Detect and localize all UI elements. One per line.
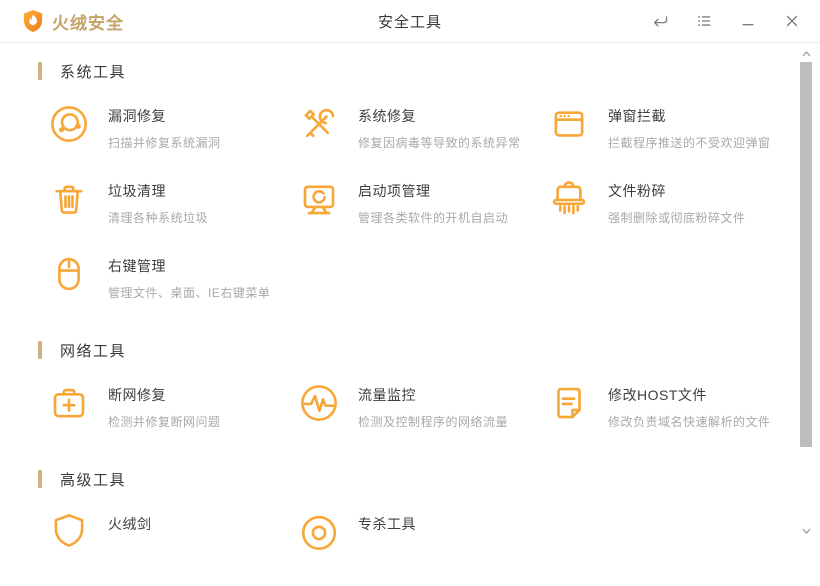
section-title: 系统工具 <box>60 63 127 81</box>
tool-item[interactable]: 漏洞修复扫描并修复系统漏洞 <box>48 103 298 178</box>
section: 高级工具火绒剑 专杀工具 <box>38 469 790 586</box>
tool-name: 垃圾清理 <box>108 183 166 199</box>
tool-name: 系统修复 <box>358 108 416 124</box>
window-controls <box>650 11 802 31</box>
tool-item[interactable]: 系统修复修复因病毒等导致的系统异常 <box>298 103 548 178</box>
list-menu-icon[interactable] <box>694 11 714 31</box>
tool-name: 流量监控 <box>358 387 416 403</box>
file-shredder-icon <box>548 178 590 220</box>
tool-item[interactable]: 文件粉碎强制删除或彻底粉碎文件 <box>548 178 798 253</box>
section-title: 高级工具 <box>60 471 127 489</box>
tool-desc: 管理文件、桌面、IE右键菜单 <box>108 286 271 300</box>
tools-page: 系统工具 漏洞修复 扫描并修复系统漏洞 系统修复 修复因病毒等导致的系统异常 弹窗拦截 拦截… <box>0 43 820 586</box>
tool-item[interactable]: 垃圾清理清理各种系统垃圾 <box>48 178 298 253</box>
host-file-icon <box>548 382 590 424</box>
section-accent-bar <box>38 341 42 359</box>
section-header: 高级工具 <box>38 469 790 489</box>
tool-name: 火绒剑 <box>108 516 152 532</box>
scrollbar[interactable] <box>800 44 812 540</box>
tools-grid: 断网修复 检测并修复断网问题 流量监控 检测及控制程序的网络流量 修改HOST文件 修改负… <box>48 382 790 457</box>
traffic-monitor-icon <box>298 382 340 424</box>
tool-desc: 扫描并修复系统漏洞 <box>108 136 221 150</box>
tool-name: 文件粉碎 <box>608 183 666 199</box>
tool-desc: 修复因病毒等导致的系统异常 <box>358 136 521 150</box>
tool-item[interactable]: 启动项管理管理各类软件的开机自启动 <box>298 178 548 253</box>
tool-desc: 清理各种系统垃圾 <box>108 211 209 225</box>
startup-manager-icon <box>298 178 340 220</box>
section: 系统工具 漏洞修复 扫描并修复系统漏洞 系统修复 修复因病毒等导致的系统异常 弹窗拦截 拦截… <box>38 61 790 328</box>
tool-desc: 管理各类软件的开机自启动 <box>358 211 509 225</box>
titlebar: 火绒安全 安全工具 <box>0 0 820 43</box>
huorong-shield-flame-logo-icon <box>22 9 44 33</box>
tool-desc: 强制删除或彻底粉碎文件 <box>608 211 746 225</box>
tool-item[interactable]: 火绒剑 <box>48 511 298 586</box>
section-header: 网络工具 <box>38 340 790 360</box>
section: 网络工具 断网修复 检测并修复断网问题 流量监控 检测及控制程序的网络流量 修改HOST文… <box>38 340 790 457</box>
minimize-icon[interactable] <box>738 11 758 31</box>
popup-blocker-icon <box>548 103 590 145</box>
right-click-manager-icon <box>48 253 90 295</box>
tool-name: 专杀工具 <box>358 516 416 532</box>
tools-grid: 火绒剑 专杀工具 <box>48 511 790 586</box>
tool-name: 漏洞修复 <box>108 108 166 124</box>
tool-item[interactable]: 流量监控检测及控制程序的网络流量 <box>298 382 548 457</box>
hrsword-icon <box>48 511 90 553</box>
tool-name: 启动项管理 <box>358 183 431 199</box>
tool-name: 弹窗拦截 <box>608 108 666 124</box>
tool-item[interactable]: 修改HOST文件修改负责域名快速解析的文件 <box>548 382 798 457</box>
special-kill-icon <box>298 511 340 553</box>
tool-item[interactable]: 弹窗拦截拦截程序推送的不受欢迎弹窗 <box>548 103 798 178</box>
app-brand: 火绒安全 <box>22 9 124 34</box>
close-icon[interactable] <box>782 11 802 31</box>
section-accent-bar <box>38 470 42 488</box>
section-header: 系统工具 <box>38 61 790 81</box>
tool-item[interactable]: 断网修复检测并修复断网问题 <box>48 382 298 457</box>
tool-desc: 检测并修复断网问题 <box>108 415 221 429</box>
app-name: 火绒安全 <box>52 13 124 33</box>
tool-desc: 拦截程序推送的不受欢迎弹窗 <box>608 136 771 150</box>
system-repair-icon <box>298 103 340 145</box>
tool-desc: 修改负责域名快速解析的文件 <box>608 415 771 429</box>
scroll-down-icon[interactable] <box>801 527 811 535</box>
sections: 系统工具 漏洞修复 扫描并修复系统漏洞 系统修复 修复因病毒等导致的系统异常 弹窗拦截 拦截… <box>38 61 790 586</box>
network-repair-icon <box>48 382 90 424</box>
tool-item[interactable]: 右键管理管理文件、桌面、IE右键菜单 <box>48 253 298 328</box>
back-arrow-icon[interactable] <box>650 11 670 31</box>
section-accent-bar <box>38 62 42 80</box>
tools-grid: 漏洞修复 扫描并修复系统漏洞 系统修复 修复因病毒等导致的系统异常 弹窗拦截 拦截程序推送… <box>48 103 790 328</box>
scrollbar-thumb[interactable] <box>800 62 812 447</box>
tool-item[interactable]: 专杀工具 <box>298 511 548 586</box>
vulnerability-fix-icon <box>48 103 90 145</box>
tool-name: 断网修复 <box>108 387 166 403</box>
section-title: 网络工具 <box>60 342 127 360</box>
junk-clean-icon <box>48 178 90 220</box>
tool-name: 右键管理 <box>108 258 166 274</box>
tool-desc: 检测及控制程序的网络流量 <box>358 415 509 429</box>
tool-name: 修改HOST文件 <box>608 387 707 403</box>
scroll-up-icon[interactable] <box>801 50 811 58</box>
